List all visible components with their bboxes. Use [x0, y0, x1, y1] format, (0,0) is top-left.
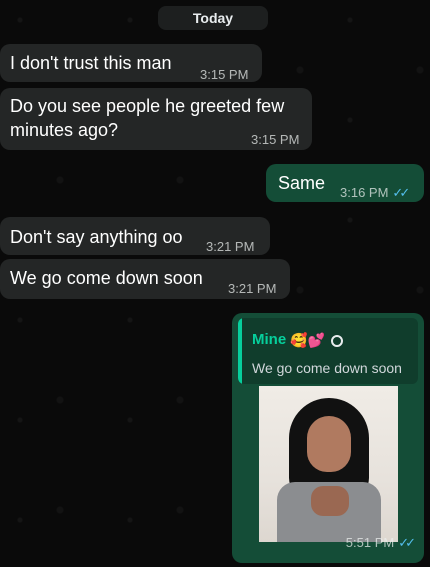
quoted-sender-emojis: 🥰💕: [290, 332, 326, 348]
date-divider-label: Today: [192, 10, 234, 26]
photo-hands-shape: [311, 486, 349, 516]
message-text: Don't say anything oo: [10, 227, 183, 247]
message-time: 3:21 PM: [228, 281, 277, 296]
outgoing-message[interactable]: Same 3:16 PM ✓✓: [266, 164, 424, 202]
message-time: 3:16 PM: [340, 185, 389, 200]
photo-attachment[interactable]: [259, 386, 398, 542]
quoted-text: We go come down soon: [252, 360, 402, 376]
quote-accent-bar: [238, 318, 242, 384]
message-text: We go come down soon: [10, 268, 203, 288]
incoming-message[interactable]: We go come down soon 3:21 PM: [0, 259, 290, 299]
incoming-message[interactable]: Do you see people he greeted few minutes…: [0, 88, 312, 150]
photo-face-shape: [307, 416, 351, 472]
message-text: Same: [278, 173, 326, 193]
ring-icon: [331, 335, 344, 347]
message-meta: 3:16 PM ✓✓: [340, 181, 410, 205]
quoted-sender-name: Mine: [252, 331, 287, 348]
outgoing-reply-message[interactable]: Mine 🥰💕 We go come down soon 5:51 PM ✓✓: [232, 313, 424, 563]
message-time: 3:15 PM: [200, 67, 249, 82]
quoted-sender: Mine 🥰💕: [252, 328, 344, 352]
incoming-message[interactable]: Don't say anything oo 3:21 PM: [0, 217, 270, 255]
incoming-message[interactable]: I don't trust this man 3:15 PM: [0, 44, 262, 82]
chat-background: Today I don't trust this man 3:15 PM Do …: [0, 0, 430, 567]
message-time: 5:51 PM: [345, 535, 395, 550]
message-meta: 5:51 PM ✓✓: [345, 531, 416, 555]
quoted-message[interactable]: Mine 🥰💕 We go come down soon: [238, 318, 418, 384]
read-receipt-icon: ✓✓: [392, 185, 410, 200]
message-time: 3:21 PM: [206, 239, 255, 254]
message-time: 3:15 PM: [251, 132, 300, 147]
message-text: I don't trust this man: [10, 53, 172, 73]
read-receipt-icon: ✓✓: [398, 535, 416, 550]
date-divider: Today: [158, 6, 268, 30]
